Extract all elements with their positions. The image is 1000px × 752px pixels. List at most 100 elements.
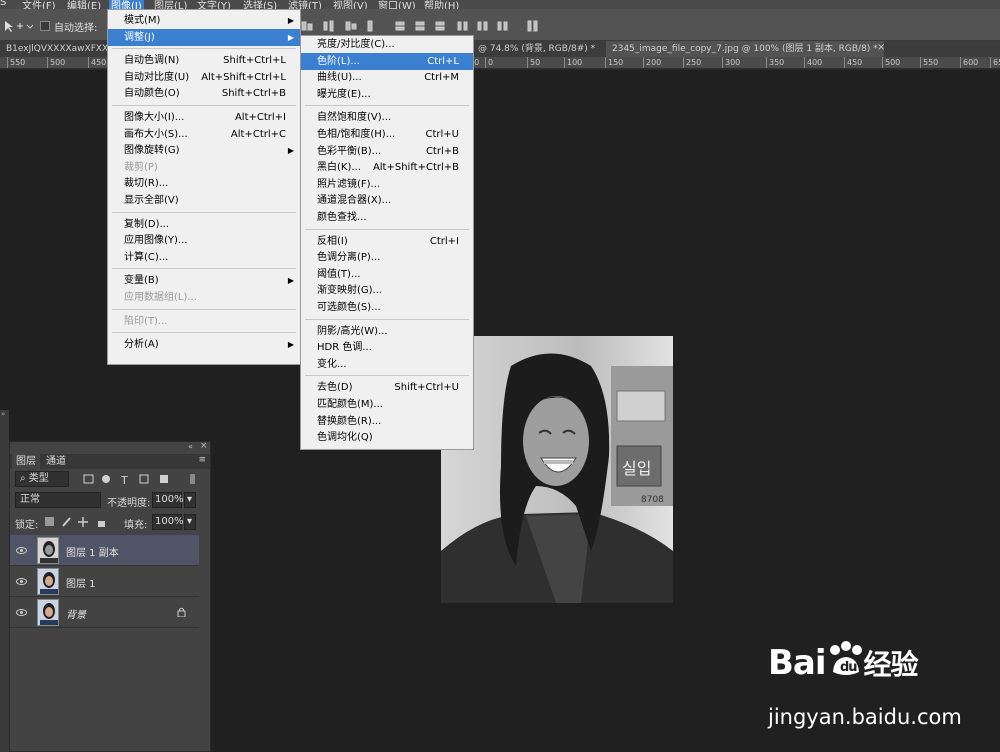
menu-layer[interactable]: 图层(L) bbox=[154, 0, 187, 9]
layer-name: 图层 1 bbox=[66, 579, 96, 590]
menu-item-label: 色调均化(Q) bbox=[317, 432, 373, 444]
fill-input[interactable]: 100% bbox=[152, 514, 184, 530]
menu-item-hdr-色调[interactable]: HDR 色调... bbox=[301, 339, 473, 356]
menu-item-照片滤镜[interactable]: 照片滤镜(F)... bbox=[301, 176, 473, 193]
canvas-photo[interactable]: 실입 8708 bbox=[441, 336, 673, 603]
ruler-tick: 550 bbox=[7, 57, 25, 68]
layers-panel: « × 图层 通道 ≡ ⌕ 类型 T 正常 不透明度: 100% ▾ 锁定: 填… bbox=[9, 441, 211, 752]
menu-item-阈值[interactable]: 阈值(T)... bbox=[301, 266, 473, 283]
menu-item-应用图像[interactable]: 应用图像(Y)... bbox=[108, 232, 300, 249]
menu-item-分析[interactable]: 分析(A) ▶ bbox=[108, 336, 300, 353]
blend-mode-select[interactable]: 正常 bbox=[15, 492, 101, 508]
menu-item-阴影-高光[interactable]: 阴影/高光(W)... bbox=[301, 323, 473, 340]
visibility-eye-icon[interactable] bbox=[16, 607, 27, 618]
menu-item-模式[interactable]: 模式(M) ▶ bbox=[108, 12, 300, 29]
opacity-value: 100% bbox=[155, 494, 184, 505]
menu-file[interactable]: 文件(F) bbox=[22, 0, 56, 9]
menu-item-label: 颜色查找... bbox=[317, 212, 367, 223]
tab-doc-3[interactable]: 2345_image_file_copy_7.jpg @ 100% (图层 1 … bbox=[606, 41, 884, 57]
menu-item-label: 分析(A) bbox=[124, 339, 159, 351]
move-tool-icon[interactable] bbox=[3, 19, 33, 33]
menu-item-label: 色阶(L)... bbox=[317, 55, 360, 67]
menu-view[interactable]: 视图(V) bbox=[333, 0, 368, 9]
menu-item-label: 图像旋转(G) bbox=[124, 145, 180, 157]
menu-item-复制[interactable]: 复制(D)... bbox=[108, 216, 300, 233]
layer-filter-icons[interactable]: T bbox=[82, 472, 202, 486]
menu-help[interactable]: 帮助(H) bbox=[424, 0, 459, 9]
menu-item-反相[interactable]: 反相(I) Ctrl+I bbox=[301, 233, 473, 250]
menu-item-替换颜色[interactable]: 替换颜色(R)... bbox=[301, 413, 473, 430]
ruler-tick: 0 bbox=[485, 57, 493, 68]
panel-menu-icon[interactable]: ≡ bbox=[198, 455, 206, 465]
menu-item-黑白[interactable]: 黑白(K)... Alt+Shift+Ctrl+B bbox=[301, 159, 473, 176]
visibility-eye-icon[interactable] bbox=[16, 545, 27, 556]
menu-edit[interactable]: 编辑(E) bbox=[67, 0, 101, 9]
tab-doc-1[interactable]: B1exJlQVXXXXawXFXXXX bbox=[0, 41, 107, 57]
filter-kind-select[interactable]: ⌕ 类型 bbox=[15, 471, 69, 487]
menu-item-颜色查找[interactable]: 颜色查找... bbox=[301, 209, 473, 226]
menu-type[interactable]: 文字(Y) bbox=[197, 0, 231, 9]
tab-layers[interactable]: 图层 bbox=[12, 454, 40, 469]
lock-icons[interactable] bbox=[43, 515, 109, 529]
menu-item-label: 陷印(T)... bbox=[124, 315, 168, 327]
menu-item-亮度-对比度[interactable]: 亮度/对比度(C)... bbox=[301, 36, 473, 53]
menu-item-label: 应用图像(Y)... bbox=[124, 235, 188, 247]
menu-item-色调均化[interactable]: 色调均化(Q) bbox=[301, 429, 473, 446]
menu-item-匹配颜色[interactable]: 匹配颜色(M)... bbox=[301, 396, 473, 413]
menu-item-曲线[interactable]: 曲线(U)... Ctrl+M bbox=[301, 69, 473, 86]
blend-mode-label: 正常 bbox=[20, 494, 40, 505]
menu-item-渐变映射[interactable]: 渐变映射(G)... bbox=[301, 282, 473, 299]
menu-item-色调分离[interactable]: 色调分离(P)... bbox=[301, 249, 473, 266]
collapse-icon[interactable]: » bbox=[1, 410, 5, 418]
menu-item-图像大小[interactable]: 图像大小(I)... Alt+Ctrl+I bbox=[108, 109, 300, 126]
menu-window[interactable]: 窗口(W) bbox=[378, 0, 416, 9]
menu-filter[interactable]: 滤镜(T) bbox=[288, 0, 322, 9]
watermark-brand-tail: 经验 bbox=[863, 648, 919, 681]
sign-text: 실입 bbox=[622, 459, 651, 478]
ruler-tick: 350 bbox=[766, 57, 784, 68]
menu-item-计算[interactable]: 计算(C)... bbox=[108, 249, 300, 266]
menu-item-shortcut: Shift+Ctrl+U bbox=[394, 382, 459, 394]
fill-dropdown-icon[interactable]: ▾ bbox=[184, 514, 196, 530]
menu-item-可选颜色[interactable]: 可选颜色(S)... bbox=[301, 299, 473, 316]
menu-item-变化[interactable]: 变化... bbox=[301, 356, 473, 373]
menu-item-label: 自动色调(N) bbox=[124, 55, 180, 67]
panel-collapse-icon[interactable]: « bbox=[188, 442, 193, 451]
menu-item-显示全部[interactable]: 显示全部(V) bbox=[108, 192, 300, 209]
opacity-dropdown-icon[interactable]: ▾ bbox=[184, 492, 196, 508]
menu-item-自动颜色[interactable]: 自动颜色(O) Shift+Ctrl+B bbox=[108, 85, 300, 102]
menu-item-自动色调[interactable]: 自动色调(N) Shift+Ctrl+L bbox=[108, 52, 300, 69]
menu-item-图像旋转[interactable]: 图像旋转(G) ▶ bbox=[108, 142, 300, 159]
menu-image[interactable]: 图像(I) bbox=[109, 0, 144, 9]
menu-item-通道混合器[interactable]: 通道混合器(X)... bbox=[301, 192, 473, 209]
menu-item-自然饱和度[interactable]: 自然饱和度(V)... bbox=[301, 109, 473, 126]
menu-item-色阶[interactable]: 色阶(L)... Ctrl+L bbox=[301, 52, 473, 70]
menu-item-色彩平衡[interactable]: 色彩平衡(B)... Ctrl+B bbox=[301, 143, 473, 160]
layer-row[interactable]: 背景 bbox=[10, 597, 199, 628]
menu-item-自动对比度[interactable]: 自动对比度(U) Alt+Shift+Ctrl+L bbox=[108, 69, 300, 86]
menu-item-裁切[interactable]: 裁切(R)... bbox=[108, 175, 300, 192]
menu-item-shortcut: Ctrl+M bbox=[424, 72, 459, 84]
panel-close-icon[interactable]: × bbox=[200, 441, 208, 451]
auto-select-checkbox[interactable] bbox=[40, 21, 50, 31]
menu-select[interactable]: 选择(S) bbox=[243, 0, 277, 9]
layer-row[interactable]: 图层 1 bbox=[10, 566, 199, 597]
menu-item-曝光度[interactable]: 曝光度(E)... bbox=[301, 86, 473, 103]
visibility-eye-icon[interactable] bbox=[16, 576, 27, 587]
layer-name: 背景 bbox=[66, 610, 86, 621]
tab-doc-2[interactable]: @ 74.8% (背景, RGB/8#) * bbox=[472, 41, 601, 57]
tab-channels[interactable]: 通道 bbox=[42, 454, 70, 469]
menu-item-变量[interactable]: 变量(B) ▶ bbox=[108, 272, 300, 289]
menu-item-画布大小[interactable]: 画布大小(S)... Alt+Ctrl+C bbox=[108, 126, 300, 143]
align-tools-icon[interactable] bbox=[300, 18, 550, 34]
close-tab-icon[interactable]: × bbox=[877, 42, 885, 53]
menu-item-色相-饱和度[interactable]: 色相/饱和度(H)... Ctrl+U bbox=[301, 126, 473, 143]
menu-item-label: 画布大小(S)... bbox=[124, 128, 188, 140]
menu-item-label: 曝光度(E)... bbox=[317, 88, 371, 100]
layer-row[interactable]: 图层 1 副本 bbox=[10, 535, 199, 566]
menu-item-调整[interactable]: 调整(J) ▶ bbox=[108, 28, 300, 46]
opacity-input[interactable]: 100% bbox=[152, 492, 184, 508]
menu-item-label: 去色(D) bbox=[317, 382, 353, 394]
menu-item-label: 自然饱和度(V)... bbox=[317, 112, 392, 124]
menu-item-去色[interactable]: 去色(D) Shift+Ctrl+U bbox=[301, 379, 473, 396]
